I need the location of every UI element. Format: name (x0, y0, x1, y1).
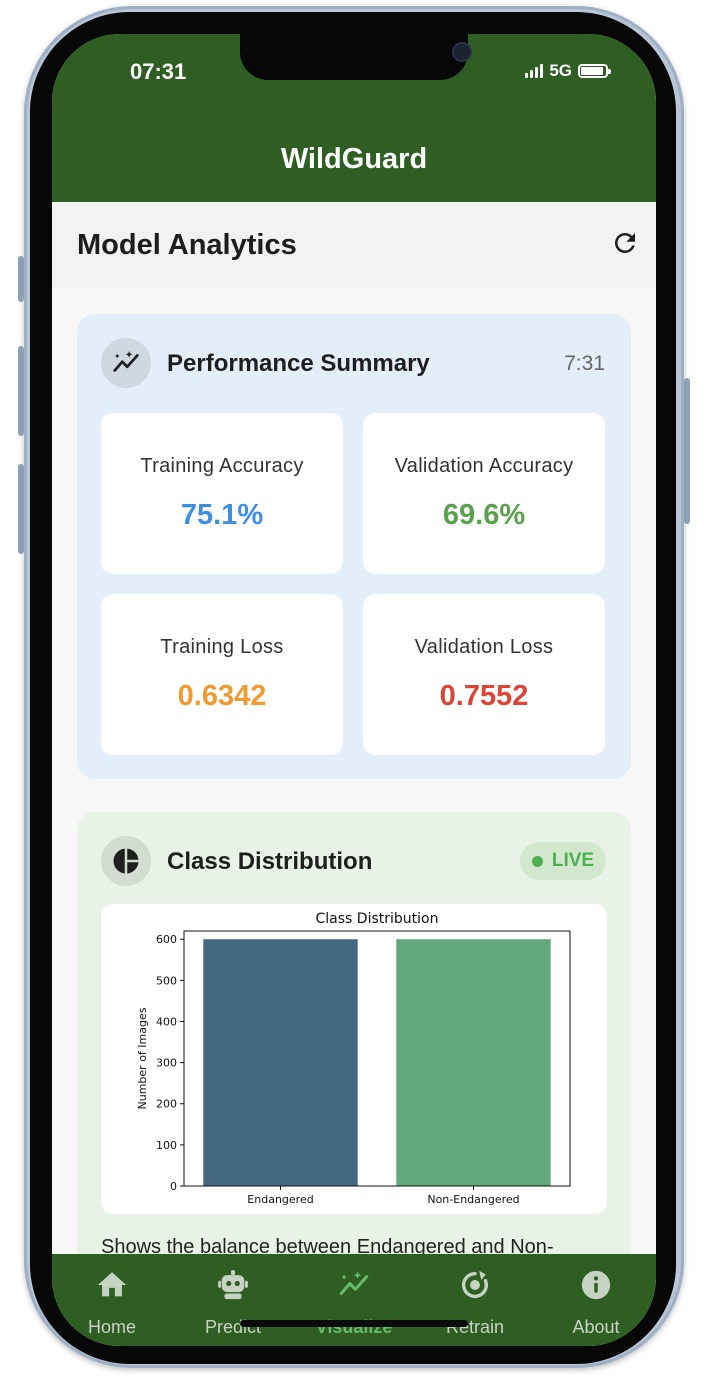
status-bar: 07:31 5G (52, 34, 656, 116)
metric-validation-loss: Validation Loss 0.7552 (363, 594, 605, 755)
chart-title: Class Distribution (316, 911, 439, 927)
metric-value: 0.7552 (439, 680, 529, 712)
refresh-icon[interactable] (610, 228, 640, 258)
status-indicators: 5G (525, 61, 611, 81)
mute-switch (18, 256, 24, 302)
screen: 07:31 5G WildGuard Model Analytics Perfo… (52, 34, 656, 1346)
y-tick-label: 600 (156, 933, 177, 946)
auto-graph-icon (101, 338, 151, 388)
home-indicator (240, 1320, 468, 1327)
page-title: Model Analytics (77, 229, 297, 261)
y-tick-label: 0 (170, 1180, 177, 1193)
nav-label: Home (87, 1317, 136, 1337)
live-dot-icon (531, 855, 543, 867)
performance-summary-card: Performance Summary 7:31 Training Accura… (77, 314, 631, 779)
metric-validation-accuracy: Validation Accuracy 69.6% (363, 413, 605, 574)
chart-bar (203, 939, 358, 1186)
auto-graph-icon (339, 1271, 369, 1296)
y-tick-label: 300 (156, 1057, 177, 1070)
y-tick-label: 500 (156, 974, 177, 987)
y-tick-label: 200 (156, 1098, 177, 1111)
performance-summary-title: Performance Summary (167, 350, 430, 377)
chart-description: Shows the balance between Endangered and… (101, 1236, 554, 1254)
live-badge: LIVE (520, 842, 606, 880)
camera-icon (452, 42, 472, 62)
metric-value: 75.1% (180, 499, 264, 531)
signal-icon (525, 64, 544, 78)
class-distribution-card: Class Distribution LIVE Endangered Non-En… (77, 812, 631, 1254)
retrain-icon (462, 1270, 488, 1299)
pie-chart-icon (101, 836, 151, 886)
nav-item-predict[interactable]: Predict (178, 1268, 288, 1338)
metric-label: Training Accuracy (140, 455, 304, 477)
class-distribution-title: Class Distribution (167, 848, 373, 875)
live-label: LIVE (551, 850, 595, 871)
y-tick-label: 400 (156, 1015, 177, 1028)
metric-value: 69.6% (442, 499, 526, 531)
x-tick-label: Non-Endangered (427, 1193, 519, 1206)
nav-item-home[interactable]: Home (57, 1268, 167, 1338)
class-distribution-chart: Endangered Non-Endangered 0 100 200 300 400 500… (136, 911, 571, 1206)
performance-updated-time: 7:31 (564, 352, 605, 375)
nav-item-about[interactable]: About (541, 1268, 651, 1338)
robot-icon (218, 1270, 248, 1300)
nav-label: About (572, 1317, 620, 1337)
y-tick-label: 100 (156, 1139, 177, 1152)
metric-label: Validation Loss (414, 636, 554, 658)
chart-container: Endangered Non-Endangered 0 100 200 300 400 500… (101, 904, 607, 1214)
home-icon (97, 1272, 127, 1297)
nav-item-retrain[interactable]: Retrain (420, 1268, 530, 1338)
volume-down-button (18, 464, 24, 554)
chart-bar (396, 939, 551, 1186)
status-time: 07:31 (130, 59, 187, 84)
app-title: WildGuard (280, 142, 428, 175)
battery-icon (578, 64, 611, 78)
metric-training-accuracy: Training Accuracy 75.1% (101, 413, 343, 574)
metric-training-loss: Training Loss 0.6342 (101, 594, 343, 755)
metric-label: Training Loss (160, 636, 284, 658)
info-icon (581, 1270, 611, 1300)
metric-value: 0.6342 (177, 680, 267, 712)
metric-label: Validation Accuracy (394, 455, 574, 477)
x-tick-label: Endangered (247, 1193, 313, 1206)
scroll-content[interactable]: Performance Summary 7:31 Training Accura… (52, 288, 656, 1254)
power-button (684, 378, 690, 524)
volume-up-button (18, 346, 24, 436)
notch (240, 34, 472, 80)
network-label: 5G (549, 61, 572, 80)
page-header: Model Analytics (52, 202, 656, 288)
app-bar: WildGuard (52, 116, 656, 202)
bottom-navigation: Home Predict Visualize Retrain About (52, 1254, 656, 1346)
nav-item-visualize[interactable]: Visualize (299, 1268, 409, 1338)
y-axis-label: Number of Images (136, 1007, 149, 1109)
